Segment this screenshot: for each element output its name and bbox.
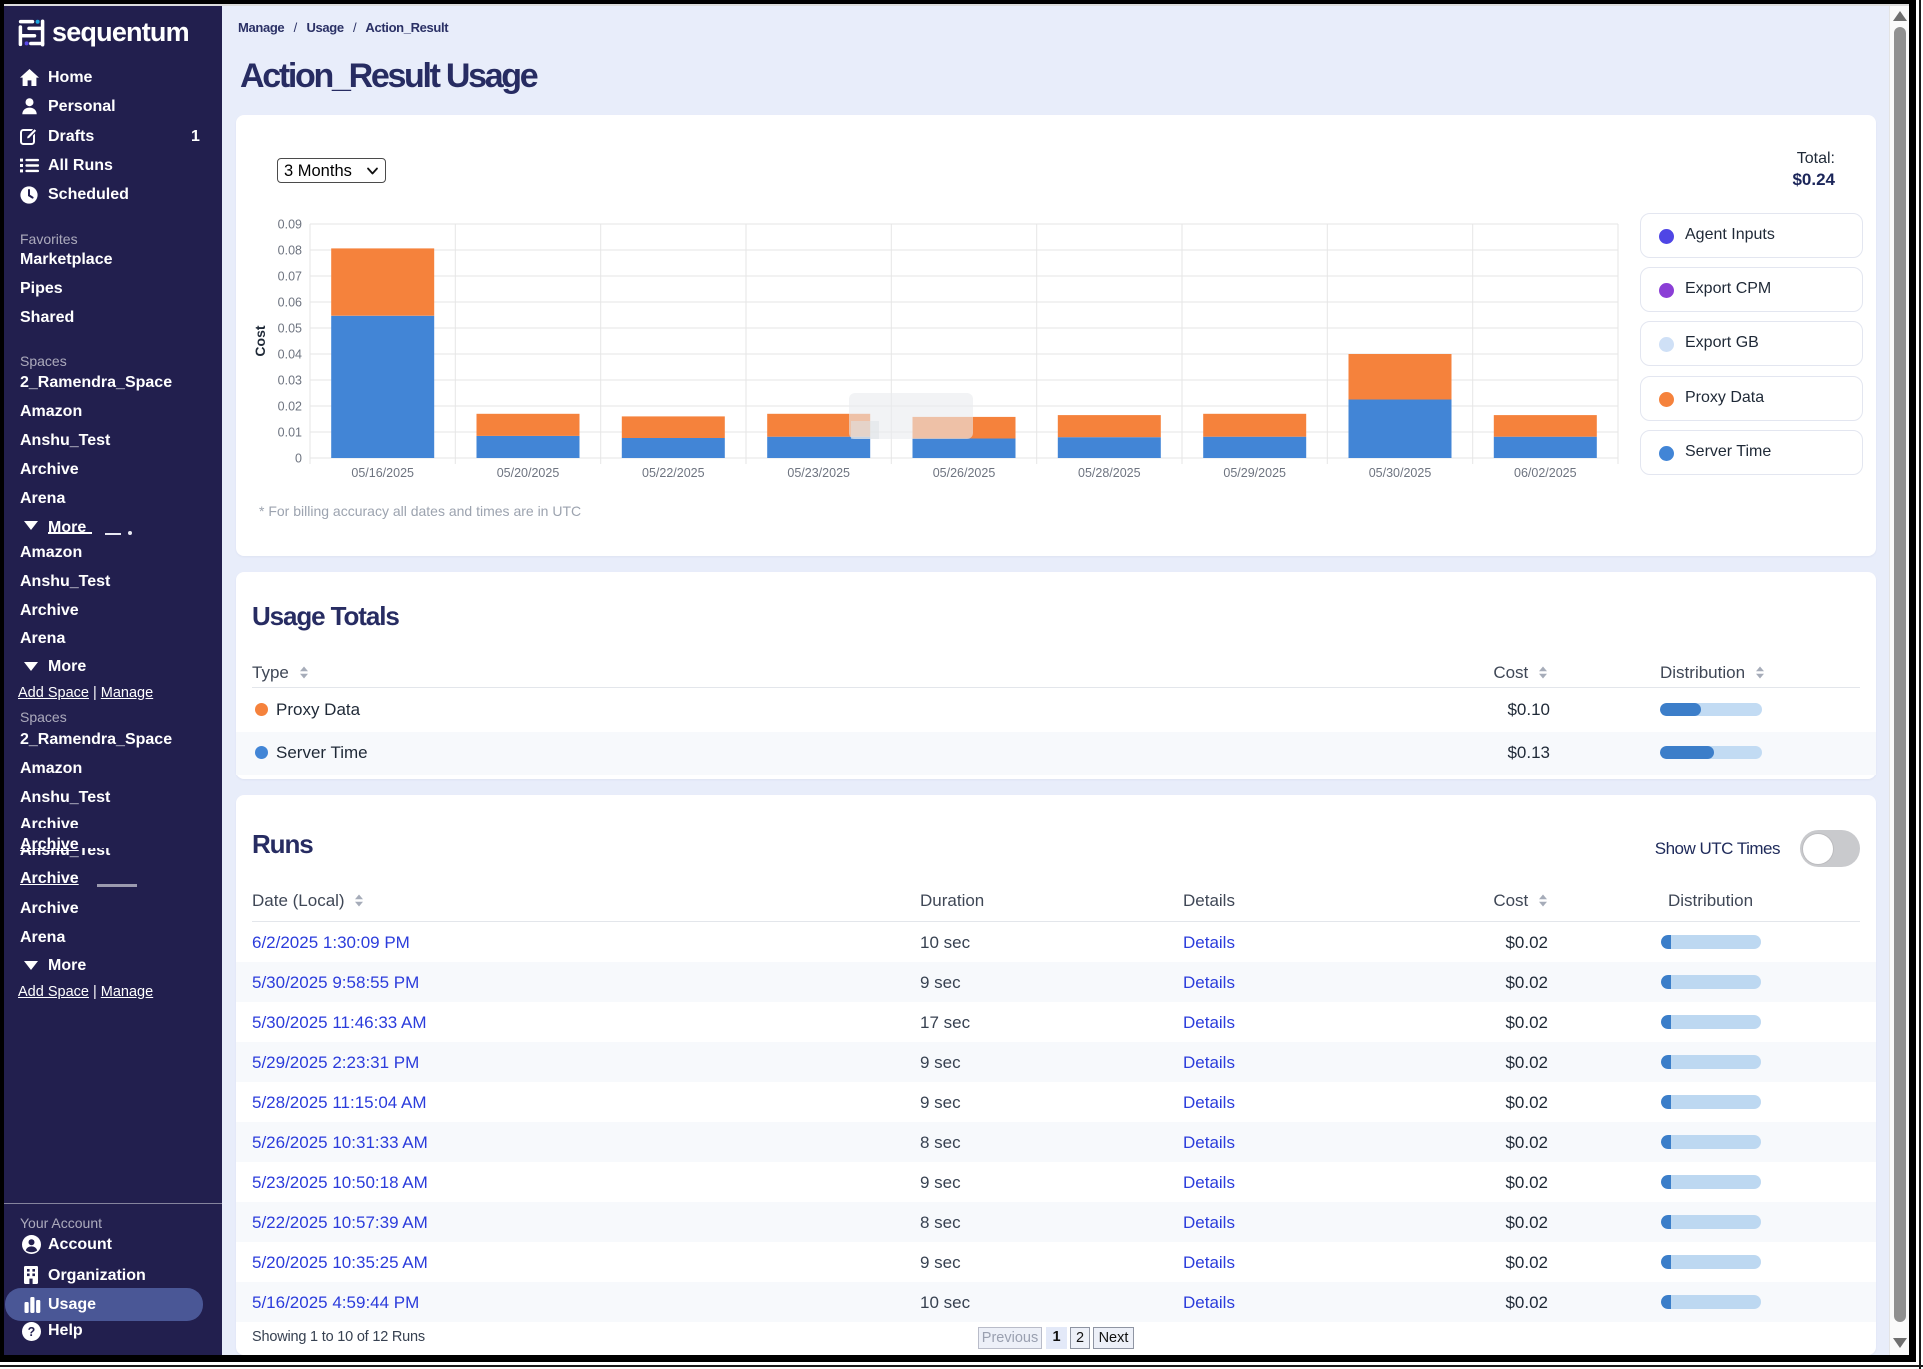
svg-text:05/20/2025: 05/20/2025 bbox=[497, 466, 560, 480]
svg-text:0.04: 0.04 bbox=[278, 348, 302, 362]
svg-text:0.09: 0.09 bbox=[278, 218, 302, 232]
svg-text:0.03: 0.03 bbox=[278, 374, 302, 388]
svg-text:05/22/2025: 05/22/2025 bbox=[642, 466, 705, 480]
svg-text:06/02/2025: 06/02/2025 bbox=[1514, 466, 1577, 480]
svg-text:0.01: 0.01 bbox=[278, 426, 302, 440]
svg-text:0: 0 bbox=[295, 452, 302, 466]
svg-text:Cost: Cost bbox=[252, 325, 268, 356]
svg-text:0.06: 0.06 bbox=[278, 296, 302, 310]
svg-text:05/30/2025: 05/30/2025 bbox=[1369, 466, 1432, 480]
svg-text:0.02: 0.02 bbox=[278, 400, 302, 414]
svg-text:05/28/2025: 05/28/2025 bbox=[1078, 466, 1141, 480]
svg-text:0.07: 0.07 bbox=[278, 270, 302, 284]
svg-text:05/16/2025: 05/16/2025 bbox=[351, 466, 414, 480]
svg-text:05/29/2025: 05/29/2025 bbox=[1223, 466, 1286, 480]
svg-text:05/23/2025: 05/23/2025 bbox=[787, 466, 850, 480]
svg-text:0.05: 0.05 bbox=[278, 322, 302, 336]
svg-text:?: ? bbox=[28, 1325, 36, 1339]
svg-text:0.08: 0.08 bbox=[278, 244, 302, 258]
svg-text:05/26/2025: 05/26/2025 bbox=[933, 466, 996, 480]
